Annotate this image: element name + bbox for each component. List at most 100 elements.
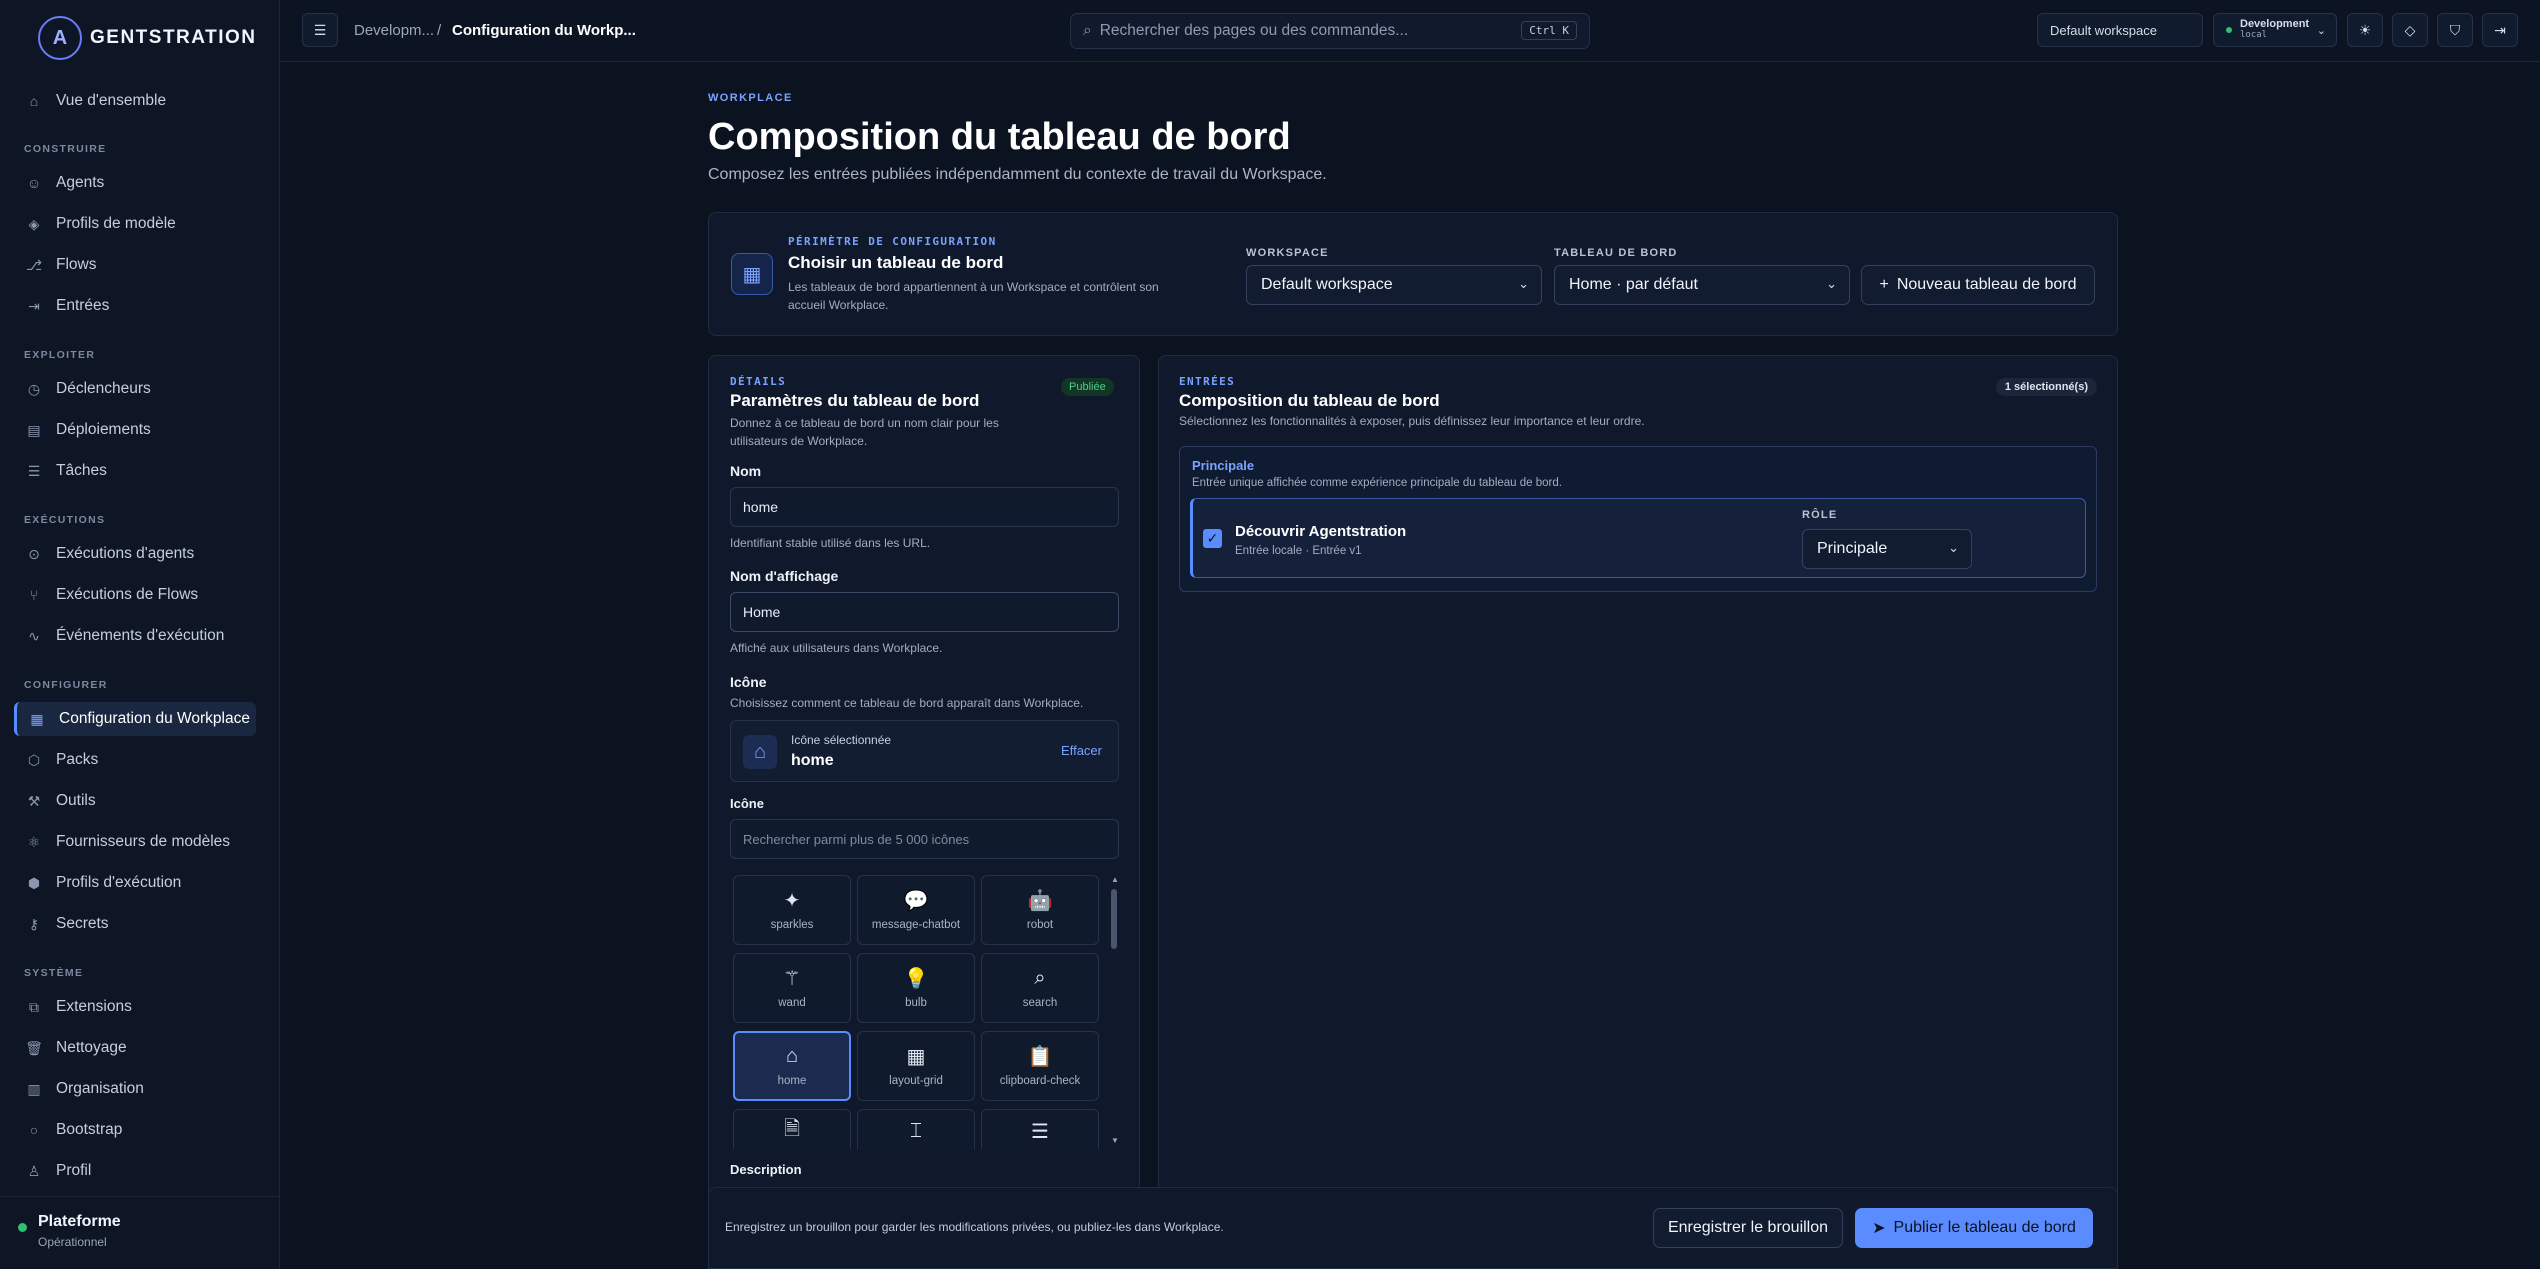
search-input[interactable]: ⌕ Rechercher des pages ou des commandes.… [1070,13,1590,49]
sidebar-item-model-profiles[interactable]: ◈ Profils de modèle [14,207,256,241]
details-desc: Donnez à ce tableau de bord un nom clair… [730,416,999,448]
action-bar: Enregistrez un brouillon pour garder les… [708,1187,2118,1269]
sidebar-item-exec-profiles[interactable]: ⬢ Profils d'exécution [14,866,256,900]
workspace-switcher[interactable]: Default workspace [2037,13,2203,47]
publish-button[interactable]: ➤ Publier le tableau de bord [1855,1208,2093,1248]
icon-option-wand[interactable]: ⚚ wand [733,953,851,1023]
primary-group-desc: Entrée unique affichée comme expérience … [1192,477,1562,489]
icon-option-text-cursor[interactable]: ⌶ [857,1109,975,1149]
diamond-icon: ◇ [2404,21,2416,38]
logout-button[interactable]: ⇥ [2482,13,2518,47]
icon-help: Choisissez comment ce tableau de bord ap… [730,696,1084,710]
breadcrumb-root[interactable]: Developm... [354,22,434,39]
workspace-label: WORKSPACE [1246,247,1329,259]
clear-icon-link[interactable]: Effacer [1061,743,1102,758]
save-draft-button[interactable]: Enregistrer le brouillon [1653,1208,1843,1248]
sidebar-item-extensions[interactable]: ⧉ Extensions [14,990,256,1024]
sidebar-item-agent-runs[interactable]: ⊙ Exécutions d'agents [14,537,256,571]
key-icon: ⚷ [28,915,40,932]
icon-option-clipboard-check[interactable]: 📋 clipboard-check [981,1031,1099,1101]
entry-row[interactable]: ✓ Découvrir Agentstration Entrée locale … [1190,498,2086,578]
sidebar-item-entries[interactable]: ⇥ Entrées [14,289,256,323]
new-dashboard-button[interactable]: + Nouveau tableau de bord [1861,265,2095,305]
dashboard-select[interactable]: Home · par défaut ⌄ [1554,265,1850,305]
page-title: Composition du tableau de bord [708,116,1291,158]
sidebar-item-secrets[interactable]: ⚷ Secrets [14,907,256,941]
scrollbar-thumb[interactable] [1111,889,1117,949]
sidebar-item-profile[interactable]: ♙ Profil [14,1154,256,1188]
theme-toggle-button[interactable]: ☀ [2347,13,2383,47]
details-card: DÉTAILS Paramètres du tableau de bord Do… [708,355,1140,1269]
shield-button[interactable]: ⛉ [2437,13,2473,47]
sidebar-item-tools[interactable]: ⚒ Outils [14,784,256,818]
sidebar-item-run-events[interactable]: ∿ Événements d'exécution [14,619,256,653]
menu-toggle-button[interactable]: ☰ [302,13,338,47]
sidebar-item-cleanup[interactable]: 🗑 Nettoyage [14,1031,256,1065]
main-content: WORKPLACE Composition du tableau de bord… [280,62,2540,1269]
scope-eyebrow: PÉRIMÈTRE DE CONFIGURATION [788,235,997,248]
sidebar-item-bootstrap[interactable]: ○ Bootstrap [14,1113,256,1147]
shortcut-badge: Ctrl K [1521,21,1577,40]
description-label: Description [730,1162,802,1177]
package-icon: ⬡ [27,751,41,768]
dashboard-label: TABLEAU DE BORD [1554,247,1678,259]
bulb-icon: 💡 [903,967,929,990]
icon-option-search[interactable]: ⌕ search [981,953,1099,1023]
display-name-field[interactable]: Home [730,592,1119,632]
display-name-help: Affiché aux utilisateurs dans Workplace. [730,641,943,655]
sidebar-item-organisation[interactable]: ▥ Organisation [14,1072,256,1106]
puzzle-icon: ⧉ [29,998,39,1015]
entries-card: ENTRÉES Composition du tableau de bord S… [1158,355,2118,1269]
sidebar-item-model-providers[interactable]: ⚛ Fournisseurs de modèles [14,825,256,859]
sidebar-item-overview[interactable]: ⌂ Vue d'ensemble [14,84,256,118]
chevron-down-icon: ⌄ [1948,540,1959,555]
login-icon: ⇥ [28,297,40,314]
robot-icon: 🤖 [1027,889,1053,912]
stack-icon: ◈ [28,215,40,232]
brand-name: GENTSTRATION [90,27,257,48]
icon-option-file[interactable]: 🗎 [733,1109,851,1149]
section-runs: EXÉCUTIONS [24,514,106,526]
icon-option-message-chatbot[interactable]: 💬 message-chatbot [857,875,975,945]
sidebar-item-deployments[interactable]: ▤ Déploiements [14,413,256,447]
search-placeholder: Rechercher des pages ou des commandes... [1099,22,1409,39]
clipboard-check-icon: 📋 [1027,1045,1053,1068]
icon-option-robot[interactable]: 🤖 robot [981,875,1099,945]
sun-icon: ☀ [2358,21,2372,38]
brand[interactable]: A GENTSTRATION [38,16,257,60]
environment-switcher[interactable]: Development local ⌄ [2213,13,2337,47]
tool-icon: ⚒ [27,792,41,809]
role-select[interactable]: Principale ⌄ [1802,529,1972,569]
sidebar-item-triggers[interactable]: ◷ Déclencheurs [14,372,256,406]
diamond-button[interactable]: ◇ [2392,13,2428,47]
env-status-dot [2226,27,2232,33]
building-icon: ▥ [27,1080,41,1097]
sidebar-item-tasks[interactable]: ☰ Tâches [14,454,256,488]
icon-option-bulb[interactable]: 💡 bulb [857,953,975,1023]
logout-icon: ⇥ [2494,21,2506,38]
icon-option-list-check[interactable]: ☰ [981,1109,1099,1149]
icon-search-input[interactable]: Rechercher parmi plus de 5 000 icônes [730,819,1119,859]
sidebar-item-flow-runs[interactable]: ⑂ Exécutions de Flows [14,578,256,612]
chevron-down-icon: ⌄ [1826,276,1837,291]
platform-status[interactable]: Plateforme Opérationnel [0,1196,280,1269]
details-eyebrow: DÉTAILS [730,375,787,388]
icon-grid-scrollbar[interactable]: ▲ ▼ [1109,875,1119,1145]
sidebar-item-flows[interactable]: ⎇ Flows [14,248,256,282]
workspace-select[interactable]: Default workspace ⌄ [1246,265,1542,305]
robot-icon: ☺ [26,175,42,191]
entry-checkbox[interactable]: ✓ [1203,529,1222,548]
icon-option-home[interactable]: ⌂ home [733,1031,851,1101]
section-build: CONSTRUIRE [24,143,107,155]
sidebar-item-workplace-config[interactable]: ▦ Configuration du Workplace [14,702,256,736]
icon-option-sparkles[interactable]: ✦ sparkles [733,875,851,945]
icon-grid: ✦ sparkles 💬 message-chatbot 🤖 robot ⚚ wand … [730,871,1119,1149]
sidebar-item-packs[interactable]: ⬡ Packs [14,743,256,777]
name-label: Nom [730,463,762,479]
icon-option-layout-grid[interactable]: ▦ layout-grid [857,1031,975,1101]
home-icon: ⌂ [29,93,39,109]
selected-icon-label: Icône sélectionnée [791,733,892,747]
name-field[interactable]: home [730,487,1119,527]
page-subtitle: Composez les entrées publiées indépendam… [708,166,1327,183]
sidebar-item-agents[interactable]: ☺ Agents [14,166,256,200]
